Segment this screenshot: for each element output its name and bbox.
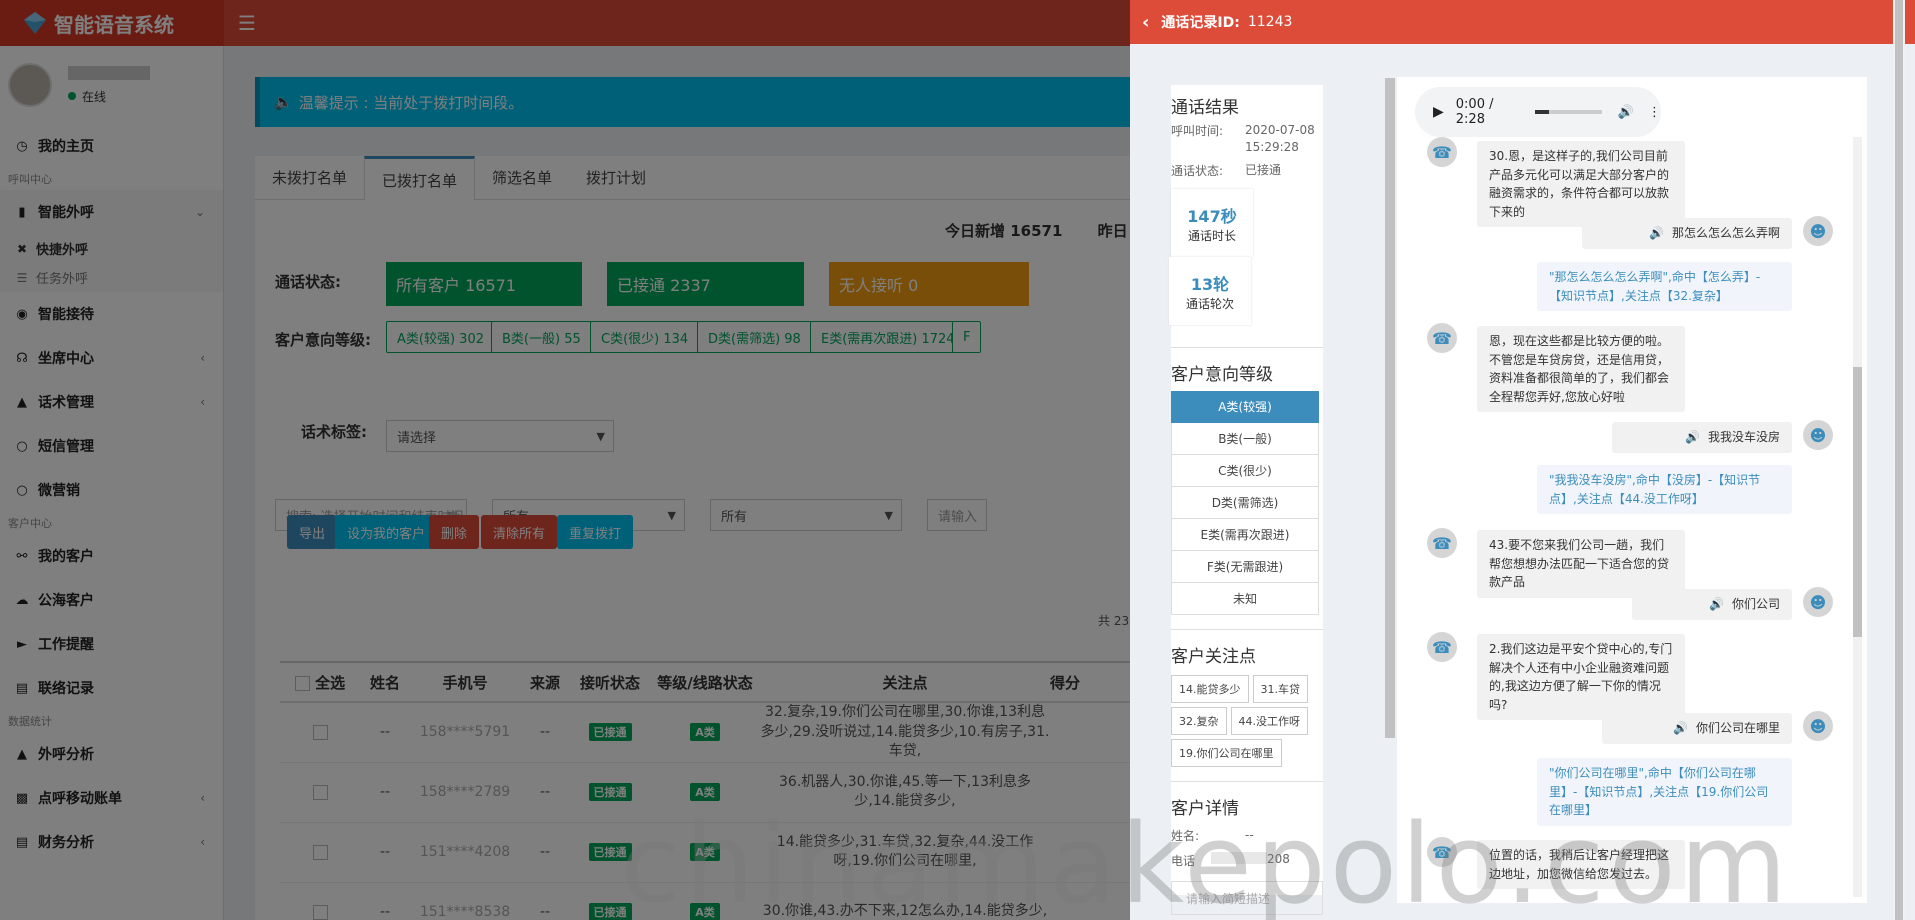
customer-phone-value: 208 [1267, 851, 1290, 866]
agent-phone-icon: ☎ [1427, 528, 1457, 558]
hit-message: "那怎么怎么怎么弄啊",命中【怎么弄】-【知识节点】,关注点【32.复杂】 [1537, 262, 1792, 312]
focus-tag: 14.能贷多少 [1171, 674, 1249, 703]
user-message: 🔊 我我没车没房 [1612, 422, 1792, 453]
agent-phone-icon: ☎ [1427, 837, 1457, 867]
page-root: 智能语音系统 ☰ 在线 ◷我的主页 呼叫中心 ▮智能外呼⌄ ✖快捷外呼 ☰任务外… [0, 0, 1915, 920]
phone-redacted [1211, 851, 1267, 864]
hit-message: "你们公司在哪里",命中【你们公司在哪里】-【知识节点】,关注点【19.你们公司… [1537, 758, 1792, 826]
user-message: 🔊 你们公司 [1632, 589, 1792, 620]
focus-title: 客户关注点 [1171, 646, 1256, 667]
agent-phone-icon: ☎ [1427, 137, 1457, 167]
duration-value: 147秒 [1187, 206, 1237, 226]
user-avatar-icon: ☻ [1803, 216, 1833, 246]
call-detail-drawer: ‹ 通话记录ID: 11243 通话结果 呼叫时间: 2020-07-08 15:… [1130, 0, 1915, 920]
intent-level-unknown[interactable]: 未知 [1171, 582, 1319, 615]
customer-name-value: -- [1245, 827, 1254, 842]
bot-message: 位置的话，我稍后让客户经理把这边地址，加您微信给您发过去。 [1477, 840, 1685, 890]
user-avatar-icon: ☻ [1803, 711, 1833, 741]
user-message: 🔊 那怎么怎么怎么弄啊 [1582, 218, 1792, 249]
play-icon[interactable]: ▶ [1433, 104, 1444, 120]
focus-tag: 19.你们公司在哪里 [1171, 738, 1282, 767]
intent-level-e[interactable]: E类(需再次跟进) [1171, 518, 1319, 551]
user-message-text: 我我没车没房 [1707, 430, 1780, 444]
focus-tag: 44.没工作呀 [1230, 706, 1308, 735]
audio-time: 0:00 / 2:28 [1455, 97, 1494, 127]
chat-transcript: ▶ 0:00 / 2:28 🔊 ⋮ ☎ 30.恩，是这样子的,我们公司目前产品多… [1397, 77, 1867, 903]
speaker-icon[interactable]: 🔊 [1649, 224, 1664, 243]
user-message-text: 你们公司在哪里 [1695, 721, 1780, 735]
focus-tag: 32.复杂 [1171, 706, 1227, 735]
focus-tag: 31.车贷 [1252, 674, 1308, 703]
result-title: 通话结果 [1171, 98, 1239, 118]
bot-message: 2.我们这边是平安个贷中心的,专门解决个人还有中小企业融资难问题的,我这边方便了… [1477, 634, 1685, 721]
speaker-icon[interactable]: 🔊 [1673, 719, 1688, 738]
intent-level-f[interactable]: F类(无需跟进) [1171, 550, 1319, 583]
rounds-label: 通话轮次 [1185, 296, 1234, 311]
bot-message: 30.恩，是这样子的,我们公司目前产品多元化可以满足大部分客户的融资需求的，条件… [1477, 141, 1685, 228]
hit-message: "我我没车没房",命中【没房】-【知识节点】,关注点【44.没工作呀】 [1537, 465, 1792, 515]
detail-title: 客户详情 [1171, 798, 1239, 819]
intent-level-b[interactable]: B类(一般) [1171, 422, 1319, 455]
intent-level-a[interactable]: A类(较强) [1171, 390, 1319, 423]
rounds-box: 13轮通话轮次 [1169, 256, 1251, 325]
drawer-header: ‹ 通话记录ID: 11243 [1130, 0, 1915, 44]
duration-box: 147秒通话时长 [1171, 188, 1253, 257]
call-time-label: 呼叫时间: [1171, 124, 1224, 138]
rounds-value: 13轮 [1190, 274, 1230, 294]
call-status-label: 通话状态: [1171, 163, 1224, 178]
left-panel-scrollbar[interactable] [1385, 78, 1395, 738]
customer-name-label: 姓名: [1171, 828, 1200, 843]
user-message-text: 那怎么怎么怎么弄啊 [1671, 226, 1780, 240]
audio-progress-bar[interactable] [1534, 110, 1602, 114]
speaker-icon[interactable]: 🔊 [1685, 428, 1700, 447]
call-time-value: 2020-07-08 15:29:28 [1245, 123, 1315, 154]
input-placeholder: 请输入简短描述 [1186, 891, 1271, 906]
speaker-icon[interactable]: 🔊 [1709, 595, 1724, 614]
duration-label: 通话时长 [1187, 228, 1236, 243]
chat-scroll-thumb[interactable] [1853, 367, 1862, 637]
back-arrow-icon[interactable]: ‹ [1142, 12, 1149, 33]
audio-player[interactable]: ▶ 0:00 / 2:28 🔊 ⋮ [1415, 87, 1661, 137]
agent-phone-icon: ☎ [1427, 323, 1457, 353]
user-avatar-icon: ☻ [1803, 587, 1833, 617]
call-id-label: 通话记录ID: [1161, 15, 1240, 31]
user-message-text: 你们公司 [1731, 597, 1780, 611]
modal-backdrop[interactable] [0, 0, 1130, 920]
agent-phone-icon: ☎ [1427, 632, 1457, 662]
more-options-icon[interactable]: ⋮ [1648, 105, 1661, 120]
intent-title: 客户意向等级 [1171, 364, 1273, 385]
call-id-value: 11243 [1247, 14, 1293, 30]
customer-phone-label: 电话 [1171, 853, 1196, 868]
bot-message: 恩，现在这些都是比较方便的啦。不管您是车贷房贷，还是信用贷，资料准备都很简单的了… [1477, 326, 1685, 413]
volume-icon[interactable]: 🔊 [1618, 105, 1634, 120]
description-input[interactable]: 请输入简短描述 [1171, 880, 1323, 915]
call-status-value: 已接通 [1245, 162, 1282, 177]
drawer-scroll-thumb[interactable] [1895, 0, 1903, 920]
intent-level-d[interactable]: D类(需筛选) [1171, 486, 1319, 519]
bot-message: 43.要不您来我们公司一趟，我们帮您想想办法匹配一下适合您的贷款产品 [1477, 530, 1685, 598]
user-avatar-icon: ☻ [1803, 420, 1833, 450]
intent-level-c[interactable]: C类(很少) [1171, 454, 1319, 487]
user-message: 🔊 你们公司在哪里 [1602, 713, 1792, 744]
call-summary-panel: 通话结果 呼叫时间: 2020-07-08 15:29:28 通话状态: 已接通 1… [1169, 85, 1323, 915]
